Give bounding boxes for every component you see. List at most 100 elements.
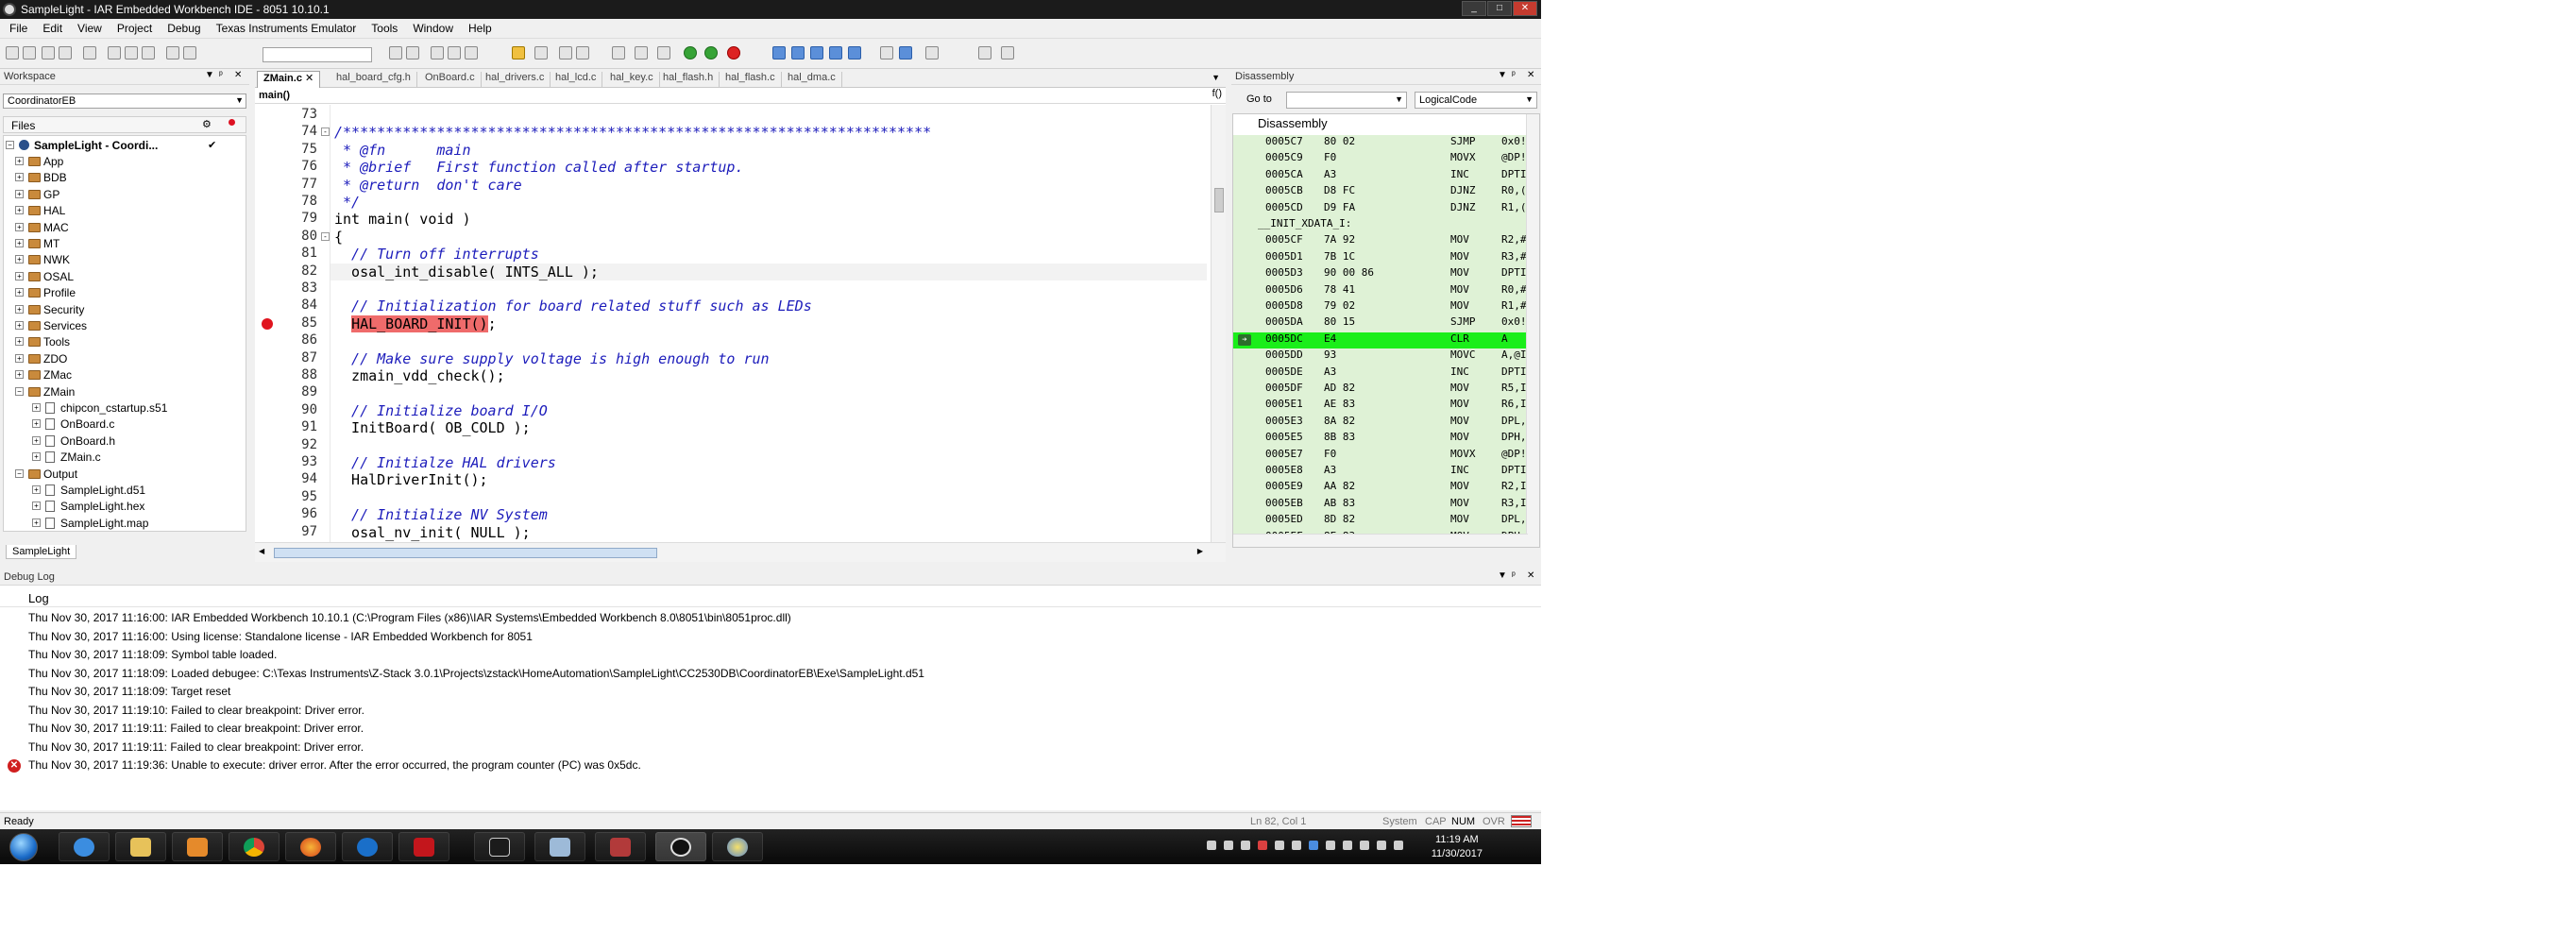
instruction-row[interactable]: 0005C7 80 02 SJMP 0x0! (1233, 135, 1526, 151)
tab-hal-board-cfg[interactable]: hal_board_cfg.h (330, 72, 417, 87)
gear-icon[interactable]: ⚙ (202, 118, 212, 130)
tree-folder-row[interactable]: + GP (15, 187, 223, 203)
instruction-row[interactable]: 0005CF 7A 92 MOV R2,# (1233, 233, 1526, 249)
action-center-flag-icon[interactable] (1360, 841, 1369, 850)
expand-icon[interactable]: + (15, 239, 24, 247)
fold-toggle-icon[interactable]: - (321, 128, 330, 137)
configuration-select[interactable]: CoordinatorEB ▼ (3, 94, 246, 109)
code-line[interactable]: // Turn off interrupts (334, 246, 539, 263)
instruction-row[interactable]: 0005CB D8 FC DJNZ R0,( (1233, 184, 1526, 200)
tray-icon[interactable] (1224, 841, 1233, 850)
expand-icon[interactable]: + (32, 435, 41, 445)
instruction-row[interactable]: 0005CA A3 INC DPTI (1233, 168, 1526, 184)
tab-list-dropdown-icon[interactable]: ▼ (1212, 73, 1220, 82)
tree-folder-row[interactable]: − Output (15, 467, 223, 483)
code-line[interactable]: osal_nv_init( NULL ); (334, 524, 531, 541)
step-out-icon[interactable] (810, 46, 823, 60)
log-entry[interactable]: Thu Nov 30, 2017 11:19:36: Unable to exe… (28, 758, 641, 774)
fold-toggle-icon[interactable]: - (321, 231, 330, 241)
clock[interactable]: 11:19 AM 11/30/2017 (1432, 833, 1483, 861)
copy-icon[interactable] (125, 46, 138, 60)
log-entry[interactable]: Thu Nov 30, 2017 11:18:09: Target reset (28, 685, 230, 701)
taskbar-toolbox[interactable] (595, 832, 646, 861)
chevron-down-icon[interactable]: ▼ (1395, 94, 1403, 104)
tree-folder-row[interactable]: + OSAL (15, 269, 223, 285)
new-file-icon[interactable] (6, 46, 19, 60)
breakpoint-icon[interactable] (262, 317, 273, 330)
expand-icon[interactable]: + (15, 255, 24, 264)
instruction-row[interactable]: 0005D3 90 00 86 MOV DPTI (1233, 266, 1526, 282)
pin-icon[interactable]: ᵖ (1512, 570, 1516, 581)
tree-folder-row[interactable]: + HAL (15, 203, 223, 219)
break-icon[interactable] (899, 46, 912, 60)
refresh-icon[interactable] (925, 46, 939, 60)
code-line[interactable]: osal_int_disable( INTS_ALL ); (334, 264, 599, 280)
undo-icon[interactable] (166, 46, 179, 60)
expand-icon[interactable]: + (15, 370, 24, 380)
close-button[interactable]: ✕ (1513, 1, 1537, 16)
function-list-icon[interactable]: f() (1212, 88, 1222, 99)
expand-icon[interactable]: + (15, 288, 24, 298)
taskbar-iar[interactable] (655, 832, 706, 861)
code-line[interactable]: InitBoard( OB_COLD ); (334, 419, 531, 436)
instruction-row[interactable]: 0005E7 F0 MOVX @DP! (1233, 448, 1526, 464)
cfg-icon[interactable] (1001, 46, 1014, 60)
taskbar-acrobat[interactable] (398, 832, 449, 861)
code-line[interactable]: * @return don't care (334, 177, 522, 194)
instruction-row[interactable]: 0005D1 7B 1C MOV R3,# (1233, 250, 1526, 266)
tray-icon[interactable] (1241, 841, 1250, 850)
expand-icon[interactable]: + (32, 452, 41, 462)
volume-icon[interactable] (1394, 841, 1403, 850)
tab-hal-flash-c[interactable]: hal_flash.c (720, 72, 782, 87)
expand-icon[interactable]: − (15, 386, 24, 396)
taskbar-media-player[interactable] (172, 832, 223, 861)
compile-icon[interactable] (559, 46, 572, 60)
tree-folder-row[interactable]: + Profile (15, 285, 223, 301)
code-line[interactable]: { (334, 229, 343, 246)
expand-icon[interactable]: − (15, 468, 24, 478)
tree-file-row[interactable]: + OnBoard.h (32, 434, 240, 450)
disassembly-rows[interactable]: 0005C7 80 02 SJMP 0x0! 0005C9 F0 MOVX @DP! 0005C… (1233, 135, 1526, 541)
code-line[interactable]: // Initialization for board related stuf… (334, 298, 812, 314)
stop-debug-icon[interactable] (727, 46, 740, 60)
menu-tools[interactable]: Tools (362, 19, 403, 35)
download-debug-icon[interactable] (612, 46, 625, 60)
menu-edit[interactable]: Edit (33, 19, 68, 35)
expand-icon[interactable]: + (15, 353, 24, 363)
collapse-icon[interactable]: − (6, 141, 14, 149)
tree-folder-row[interactable]: − ZMain (15, 384, 223, 400)
tab-hal-drivers-c[interactable]: hal_drivers.c (480, 72, 551, 87)
tray-icon[interactable] (1326, 841, 1335, 850)
menu-file[interactable]: File (0, 19, 33, 35)
tree-file-row[interactable]: + SampleLight.map (32, 516, 240, 531)
log-column-header[interactable]: Log (0, 588, 1541, 607)
code-line[interactable]: // Initialze HAL drivers (334, 454, 556, 471)
tree-folder-row[interactable]: + MT (15, 236, 223, 252)
menu-ti-emulator[interactable]: Texas Instruments Emulator (207, 19, 363, 35)
tray-icon[interactable] (1343, 841, 1352, 850)
editor-gutter[interactable]: 73 74-75 76 77 78 79 80-81 82 83 84 85 86 87 88 89 90 91… (255, 105, 330, 542)
tree-folder-row[interactable]: + BDB (15, 170, 223, 186)
instruction-row[interactable]: 0005E8 A3 INC DPTI (1233, 464, 1526, 480)
forward-icon[interactable] (431, 46, 444, 60)
code-line[interactable]: * @fn main (334, 142, 470, 159)
code-line[interactable]: HalDriverInit(); (334, 471, 488, 488)
close-icon[interactable]: ✕ (234, 70, 242, 80)
save-all-icon[interactable] (59, 46, 72, 60)
instruction-row[interactable]: 0005CD D9 FA DJNZ R1,( (1233, 201, 1526, 217)
tray-icon[interactable] (1292, 841, 1301, 850)
find-icon[interactable] (406, 46, 419, 60)
expand-icon[interactable]: + (32, 419, 41, 429)
tree-project-row[interactable]: − SampleLight - Coordi... ✔ (6, 138, 242, 154)
scroll-thumb[interactable] (274, 548, 657, 558)
instruction-row[interactable]: 0005D8 79 02 MOV R1,# (1233, 299, 1526, 315)
back-icon[interactable] (389, 46, 402, 60)
close-icon[interactable]: ✕ (1527, 70, 1534, 80)
code-line[interactable]: // Make sure supply voltage is high enou… (334, 350, 770, 367)
menu-help[interactable]: Help (459, 19, 498, 35)
code-line[interactable]: int main( void ) (334, 211, 471, 228)
code-line[interactable]: /***************************************… (334, 124, 931, 141)
tree-folder-row[interactable]: + ZDO (15, 351, 223, 367)
print-icon[interactable] (83, 46, 96, 60)
go-icon[interactable] (684, 46, 697, 60)
